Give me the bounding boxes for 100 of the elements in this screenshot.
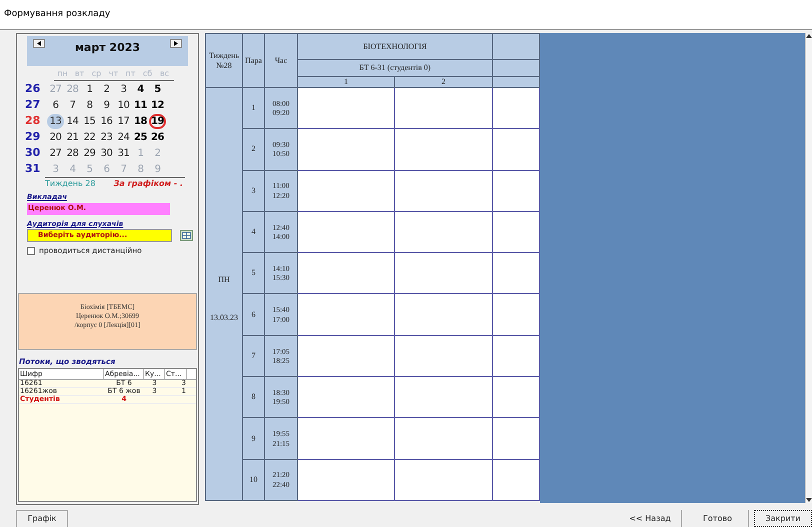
calendar-day[interactable]: 19 [149,114,166,128]
pair-number: 5 [243,253,265,294]
calendar-day[interactable]: 1 [81,82,98,96]
calendar-day[interactable]: 15 [81,114,98,128]
calendar-day[interactable]: 25 [132,130,149,144]
pair-number: 2 [243,129,265,171]
subgroup-header: 1 [298,77,395,88]
pair-number: 9 [243,418,265,460]
calendar-day[interactable]: 13 [47,114,64,128]
calendar-day[interactable]: 20 [47,130,64,144]
week-number: 31 [25,160,42,177]
week-number: 26 [25,80,42,97]
pair-number: 6 [243,294,265,336]
pair-number: 1 [243,88,265,130]
next-month-button[interactable] [170,39,182,48]
calendar-day[interactable]: 9 [98,98,115,112]
pair-number: 4 [243,212,265,254]
table-icon [182,232,191,239]
calendar-day[interactable]: 21 [64,130,81,144]
previous-month-button[interactable] [33,39,45,48]
remote-checkbox[interactable] [27,246,35,255]
calendar-day[interactable]: 28 [64,146,81,160]
calendar-day[interactable]: 11 [132,98,149,112]
calendar-day[interactable]: 6 [47,98,64,112]
calendar-day[interactable]: 22 [81,130,98,144]
calendar-day[interactable]: 14 [64,114,81,128]
schedule-cell[interactable] [493,88,540,130]
schedule-cell[interactable] [298,88,395,130]
schedule-cell[interactable] [493,460,540,501]
weekday-label: вс [158,68,170,80]
schedule-cell[interactable] [395,212,493,254]
schedule-cell[interactable] [493,294,540,336]
schedule-cell[interactable] [493,336,540,378]
up-arrow-icon[interactable] [806,33,812,38]
calendar-day[interactable]: 18 [132,114,149,128]
header-cell [493,77,540,88]
schedule-cell[interactable] [298,212,395,254]
schedule-cell[interactable] [298,253,395,294]
weekday-label: пт [124,68,136,80]
chart-button[interactable]: Графік [16,510,68,527]
schedule-cell[interactable] [493,170,540,212]
calendar-day[interactable]: 31 [115,146,132,160]
calendar-day[interactable]: 5 [149,82,166,96]
schedule-cell[interactable] [493,129,540,171]
left-arrow-icon [37,41,41,46]
pick-auditorium-button[interactable] [180,230,193,241]
calendar-day[interactable]: 17 [115,114,132,128]
schedule-cell[interactable] [493,212,540,254]
group-header: БТ 6-31 (студентів 0) [298,60,493,77]
calendar-day[interactable]: 24 [115,130,132,144]
schedule-cell[interactable] [298,336,395,378]
calendar-day[interactable]: 7 [64,98,81,112]
right-arrow-icon [174,41,178,46]
calendar-day[interactable]: 16 [98,114,115,128]
schedule-cell[interactable] [395,170,493,212]
schedule-cell[interactable] [395,253,493,294]
week-number: 29 [25,128,42,145]
schedule-cell[interactable] [493,253,540,294]
schedule-cell[interactable] [395,460,493,501]
schedule-cell[interactable] [493,418,540,460]
weekday-label: чт [108,68,120,80]
close-button[interactable]: Закрити [754,510,812,527]
scrollbar[interactable] [805,33,812,503]
schedule-cell[interactable] [298,460,395,501]
schedule-cell[interactable] [298,377,395,418]
calendar-day[interactable]: 4 [132,82,149,96]
schedule-cell[interactable] [395,88,493,130]
faculty-header: БІОТЕХНОЛОГІЯ [298,34,493,60]
schedule-cell[interactable] [298,418,395,460]
calendar-day[interactable]: 27 [47,146,64,160]
calendar-day[interactable]: 23 [98,130,115,144]
month-title: март 2023 [74,40,140,56]
calendar-day[interactable]: 2 [98,82,115,96]
weekday-label: ср [90,68,102,80]
schedule-cell[interactable] [298,294,395,336]
calendar-day[interactable]: 8 [81,98,98,112]
calendar-day[interactable]: 3 [115,82,132,96]
pair-number: 8 [243,377,265,418]
pair-number: 3 [243,170,265,212]
schedule-cell[interactable] [395,294,493,336]
window-title: Формування розкладу [4,8,110,21]
schedule-cell[interactable] [395,129,493,171]
schedule-cell[interactable] [395,336,493,378]
schedule-cell[interactable] [395,377,493,418]
calendar-day[interactable]: 12 [149,98,166,112]
schedule-cell[interactable] [395,418,493,460]
weekday-label: сб [142,68,154,80]
calendar-day[interactable]: 10 [115,98,132,112]
day-name: ПН [218,274,230,285]
down-arrow-icon[interactable] [806,498,812,503]
time-header: Час [265,34,298,88]
calendar-day[interactable]: 29 [81,146,98,160]
pair-header: Пара [243,34,265,88]
weekday-label: вт [74,68,86,80]
week-number: 28 [25,112,42,129]
calendar-day[interactable]: 26 [149,130,166,144]
calendar-day[interactable]: 30 [98,146,115,160]
schedule-cell[interactable] [298,129,395,171]
schedule-cell[interactable] [493,377,540,418]
schedule-cell[interactable] [298,170,395,212]
